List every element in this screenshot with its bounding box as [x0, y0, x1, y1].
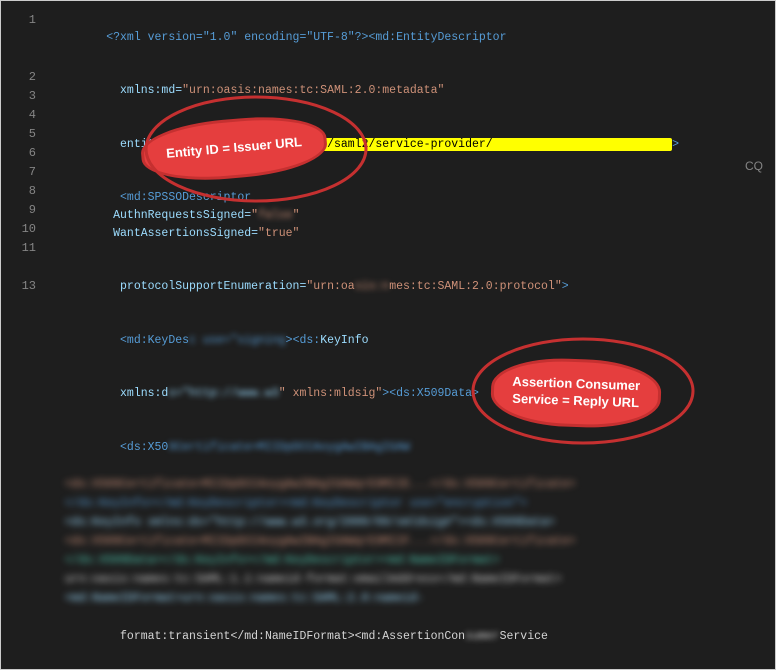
blur-line-1: <ds:X509Certificate>MIIDpDCCAoygAwIBAgIG… — [51, 476, 765, 495]
format-text: format:transient</md:NameIDFormat><md:As… — [106, 630, 465, 643]
want-val: "true" — [258, 227, 299, 240]
ds-x509: <ds:X509Certificate>MIIDpDCCAoygAwIBAgIG… — [106, 441, 410, 454]
line-num-9: 9 — [1, 201, 36, 220]
line-numbers: 1 2 3 4 5 6 7 8 9 10 11 13 — [1, 11, 46, 296]
line-num-6: 6 — [1, 144, 36, 163]
protocol-attr: protocolSupportEnumeration= — [106, 280, 306, 293]
line-num-5: 5 — [1, 125, 36, 144]
blur-line-5: </ds:X509Data></ds:KeyInfo></md:KeyDescr… — [51, 552, 765, 571]
line-num-blank3 — [1, 258, 36, 277]
code-line-13a: format:transient</md:NameIDFormat><md:As… — [51, 610, 765, 659]
entity-id-close: > — [672, 138, 679, 151]
protocol-val: "urn:oasis:nmes:tc:SAML:2.0:protocol" — [306, 280, 561, 293]
xml-decl: <?xml version="1.0" encoding="UTF-8"?><m… — [106, 31, 506, 44]
code-line-1f: <md:KeyDesc use="signing><ds:KeyInfo — [51, 314, 765, 367]
code-line-1b: xmlns:md="urn:oasis:names:tc:SAML:2.0:me… — [51, 64, 765, 117]
code-content: <?xml version="1.0" encoding="UTF-8"?><m… — [51, 11, 765, 659]
cq-label: CQ — [745, 159, 763, 173]
line-num-blank2 — [1, 49, 36, 68]
line-num-8: 8 — [1, 182, 36, 201]
authn-val: "false" — [251, 209, 299, 222]
code-editor: 1 2 3 4 5 6 7 8 9 10 11 13 <?xml version… — [0, 0, 776, 670]
authn-attr: AuthnRequestsSigned= — [106, 209, 251, 222]
code-line-1e: protocolSupportEnumeration="urn:oasis:nm… — [51, 260, 765, 313]
want-attr: WantAssertionsSigned= — [106, 227, 258, 240]
line-num-2: 2 — [1, 68, 36, 87]
blur-line-2: </ds:KeyInfo></md:KeyDescriptor><md:KeyD… — [51, 495, 765, 514]
blur-line-3: <ds:KeyInfo xmlns:ds="http://www.w3.org/… — [51, 514, 765, 533]
code-line-1h: <ds:X509Certificate>MIIDpDCCAoygAwIBAgIG… — [51, 421, 765, 474]
code-line-1d: <md:SPSSODescriptor AuthnRequestsSigned=… — [51, 171, 765, 260]
spssod-open: <md:SPSSODescriptor — [106, 191, 251, 204]
line-num-11: 11 — [1, 239, 36, 258]
line-num-blank1 — [1, 30, 36, 49]
line-num-7: 7 — [1, 163, 36, 182]
line-num-13: 13 — [1, 277, 36, 296]
line-num-10: 10 — [1, 220, 36, 239]
blurred-middle: <ds:X509Certificate>MIIDpDCCAoygAwIBAgIG… — [51, 476, 765, 606]
line-num-1: 1 — [1, 11, 36, 30]
code-area: 1 2 3 4 5 6 7 8 9 10 11 13 <?xml version… — [1, 1, 775, 669]
blur-line-7: <md:NameIDFormat>urn:oasis:names:tc:SAML… — [51, 590, 765, 606]
xmlns-md-val: "urn:oasis:names:tc:SAML:2.0:metadata" — [182, 84, 444, 97]
keydesc-tag: <md:KeyDesc use="signing><ds: — [106, 334, 320, 347]
xmlns-d-attr: xmlns:ds="http://www.w3 — [106, 387, 279, 400]
xmlns-md-attr: xmlns:md= — [106, 84, 182, 97]
code-line-1: <?xml version="1.0" encoding="UTF-8"?><m… — [51, 11, 765, 64]
blur-line-6: urn:oasis:names:tc:SAML:1.1:nameid-forma… — [51, 571, 765, 590]
line-num-4: 4 — [1, 106, 36, 125]
line-num-3: 3 — [1, 87, 36, 106]
blur-line-4: <ds:X509Certificate>MIIDpDCCAoygAwIBAgIG… — [51, 533, 765, 552]
